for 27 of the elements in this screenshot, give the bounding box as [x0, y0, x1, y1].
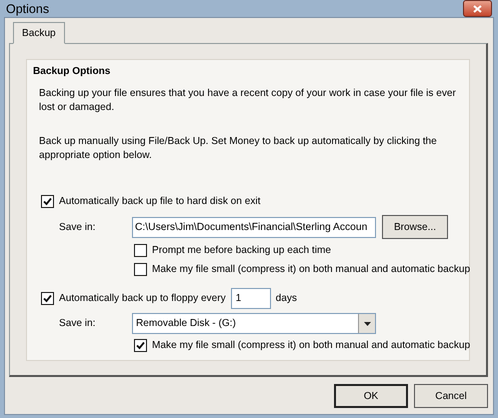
days-field[interactable]: 1 — [230, 288, 271, 309]
checkbox[interactable] — [134, 339, 147, 352]
save-in-label: Save in: — [59, 222, 96, 232]
checkbox[interactable] — [41, 292, 54, 305]
checkbox-label: Make my file small (compress it) on both manual and automatic backup — [152, 264, 470, 275]
ok-button[interactable]: OK — [334, 384, 408, 408]
caret-icon — [364, 322, 370, 326]
close-icon — [473, 4, 482, 12]
tab[interactable]: Backup — [13, 22, 65, 44]
save-in-label: Save in: — [59, 318, 96, 329]
group-title: Backup Options — [33, 66, 112, 77]
checkbox-label: Prompt me before backing up each time — [152, 245, 331, 256]
description-text: Back up manually using File/Back Up. Set Money to back up automatically by clicking the appropriate option below. — [39, 135, 438, 163]
drive-dropdown[interactable]: Removable Disk - (G:) — [132, 313, 376, 334]
checkbox[interactable] — [41, 195, 54, 208]
window-title: Options — [6, 2, 50, 16]
days-label: days — [276, 293, 297, 304]
checkbox[interactable] — [134, 263, 147, 276]
description-text: Backing up your file ensures that you have a recent copy of your work in case your file is ever lost or damaged. — [39, 87, 457, 115]
checkbox-label: Automatically back up file to hard disk on exit — [59, 196, 260, 207]
checkbox-label: Automatically back up to floppy every — [59, 293, 226, 304]
cancel-button[interactable]: Cancel — [414, 384, 488, 408]
close-button[interactable] — [463, 0, 492, 17]
checkbox-label: Make my file small (compress it) on both manual and automatic backup — [152, 340, 470, 351]
path-field[interactable]: C:\Users\Jim\Documents\Financial\Sterling Accoun — [132, 216, 376, 238]
browse-button[interactable]: Browse... — [382, 215, 448, 239]
checkbox[interactable] — [134, 244, 147, 257]
